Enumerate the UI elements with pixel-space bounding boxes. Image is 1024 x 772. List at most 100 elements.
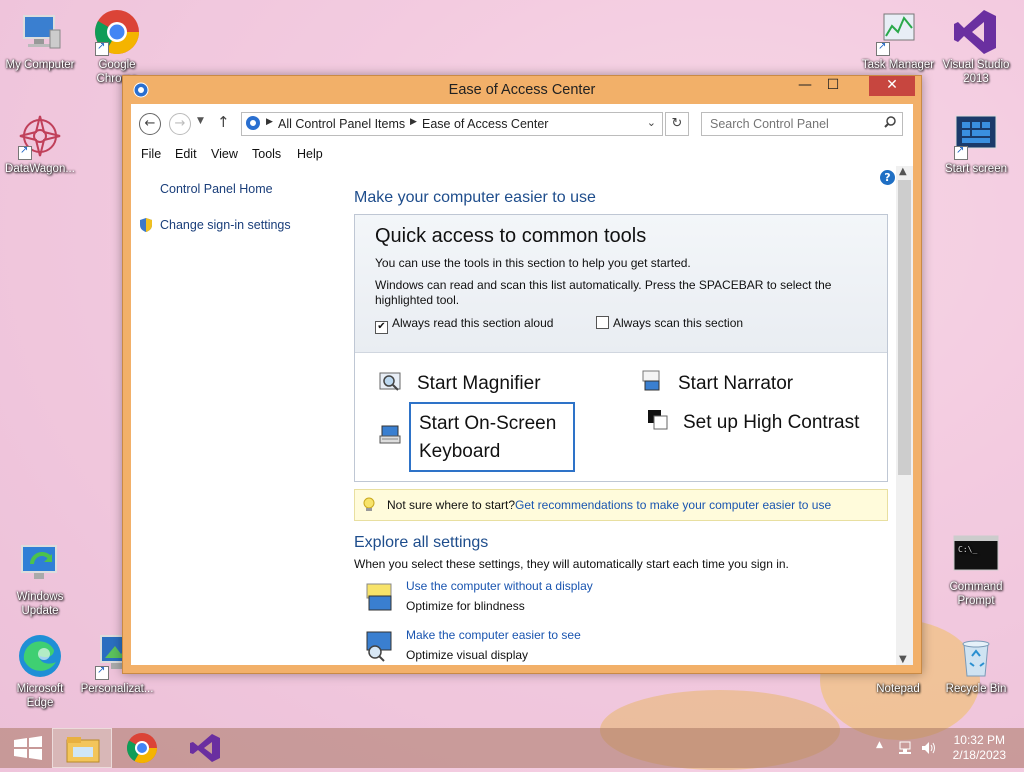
clock-time: 10:32 PM: [953, 733, 1005, 747]
explore-description: When you select these settings, they wil…: [354, 557, 789, 571]
scroll-up-arrow[interactable]: ▲: [899, 166, 907, 177]
help-icon[interactable]: ?: [880, 170, 895, 185]
get-recommendations-link[interactable]: Get recommendations to make your compute…: [515, 498, 831, 512]
shortcut-arrow-icon: [95, 664, 109, 680]
search-input[interactable]: [708, 116, 872, 132]
desktop-icon-visual-studio[interactable]: Visual Studio 2013: [936, 8, 1016, 86]
task-manager-icon: [874, 8, 922, 56]
window-client: ← → ▼ ↑ ▶ All Control Panel Items ▶ Ease…: [131, 104, 913, 665]
minimize-button[interactable]: —: [791, 76, 819, 96]
explore-heading: Explore all settings: [354, 534, 489, 551]
back-button[interactable]: ←: [139, 113, 161, 135]
control-panel-icon: [245, 115, 261, 134]
network-icon[interactable]: [898, 740, 914, 759]
close-button[interactable]: ✕: [869, 76, 915, 96]
address-bar[interactable]: ▶ All Control Panel Items ▶ Ease of Acce…: [241, 112, 663, 136]
show-hidden-icons-button[interactable]: ▲: [876, 740, 883, 750]
high-contrast-icon: [647, 409, 669, 431]
title-bar[interactable]: Ease of Access Center — ☐ ✕: [123, 76, 921, 104]
desktop-icon-datawagon[interactable]: DataWagon...: [0, 112, 80, 176]
menu-bar: File Edit View Tools Help: [131, 144, 913, 166]
maximize-button[interactable]: ☐: [819, 76, 847, 96]
shortcut-arrow-icon: [876, 40, 890, 56]
desktop-icon-label: Personalizat...: [80, 683, 154, 695]
menu-edit[interactable]: Edit: [175, 147, 197, 161]
shield-icon: [139, 217, 153, 236]
make-easier-to-see-link[interactable]: Make the computer easier to see: [406, 628, 581, 642]
edge-icon: [16, 632, 64, 680]
control-panel-home-link[interactable]: Control Panel Home: [160, 182, 273, 196]
change-sign-in-settings-link[interactable]: Change sign-in settings: [160, 218, 291, 232]
desktop-icon-start-screen[interactable]: Start screen: [936, 112, 1016, 176]
taskbar-visual-studio[interactable]: [174, 728, 234, 768]
computer-icon: [16, 8, 64, 56]
desktop-icon-label: Notepad: [876, 683, 920, 695]
windows-update-icon: [16, 540, 64, 588]
recommendation-tip: Not sure where to start? Get recommendat…: [354, 489, 888, 521]
chrome-icon: [93, 8, 141, 56]
start-magnifier-link[interactable]: Start Magnifier: [417, 373, 541, 395]
recycle-bin-icon: [952, 632, 1000, 680]
make-easier-to-see-desc: Optimize visual display: [406, 648, 529, 662]
desktop-icon-task-manager[interactable]: Task Manager: [858, 8, 938, 72]
set-up-high-contrast-link[interactable]: Set up High Contrast: [683, 412, 859, 434]
search-box[interactable]: [701, 112, 903, 136]
vertical-scrollbar[interactable]: ▲ ▼: [896, 166, 913, 665]
start-on-screen-keyboard-link[interactable]: Start On-Screen: [419, 413, 556, 435]
quick-access-panel: Quick access to common tools You can use…: [354, 214, 888, 482]
always-read-checkbox[interactable]: ✔ Always read this section aloud: [375, 316, 553, 334]
desktop-icon-command-prompt[interactable]: C:\_ Command Prompt: [936, 530, 1016, 608]
menu-file[interactable]: File: [141, 147, 161, 161]
command-prompt-icon: C:\_: [952, 530, 1000, 578]
desktop-icon-label: Windows Update: [16, 591, 64, 617]
breadcrumb-separator[interactable]: ▶: [410, 117, 417, 127]
breadcrumb-all-control-panel-items[interactable]: All Control Panel Items: [278, 117, 405, 131]
desktop-icon-label: Task Manager: [861, 59, 935, 71]
breadcrumb-ease-of-access-center[interactable]: Ease of Access Center: [422, 117, 548, 131]
page-heading: Make your computer easier to use: [354, 189, 596, 206]
desktop-icon-label: My Computer: [5, 59, 75, 71]
breadcrumb-separator[interactable]: ▶: [266, 117, 273, 127]
display-icon: [363, 582, 395, 617]
system-clock[interactable]: 10:32 PM 2/18/2023: [953, 733, 1006, 763]
desktop-icon-recycle-bin[interactable]: Recycle Bin: [936, 632, 1016, 696]
quick-access-instructions: Windows can read and scan this list auto…: [375, 278, 832, 292]
taskbar: ▲ 10:32 PM 2/18/2023: [0, 728, 1024, 768]
refresh-button[interactable]: ↻: [665, 112, 689, 136]
checkbox-checked-icon[interactable]: ✔: [375, 321, 388, 334]
desktop-icon-label: Recycle Bin: [945, 683, 1007, 695]
always-scan-label: Always scan this section: [613, 316, 744, 330]
menu-tools[interactable]: Tools: [252, 147, 281, 161]
quick-access-title: Quick access to common tools: [375, 225, 647, 247]
search-icon[interactable]: [884, 116, 896, 131]
start-button[interactable]: [0, 728, 60, 768]
content-area: Control Panel Home Change sign-in settin…: [131, 166, 913, 665]
narrator-icon: [640, 369, 662, 391]
desktop-icon-my-computer[interactable]: My Computer: [0, 8, 80, 72]
desktop-icon-label: Visual Studio 2013: [942, 59, 1010, 85]
use-without-display-desc: Optimize for blindness: [406, 599, 525, 613]
scroll-down-arrow[interactable]: ▼: [899, 654, 907, 665]
datawagon-icon: [16, 112, 64, 160]
menu-view[interactable]: View: [211, 147, 238, 161]
volume-icon[interactable]: [920, 740, 936, 759]
desktop-icon-windows-update[interactable]: Windows Update: [0, 540, 80, 618]
taskbar-file-explorer[interactable]: [52, 728, 112, 768]
svg-text:C:\_: C:\_: [958, 545, 977, 554]
start-narrator-link[interactable]: Start Narrator: [678, 373, 793, 395]
address-dropdown-icon[interactable]: ⌄: [647, 116, 656, 129]
scroll-thumb[interactable]: [898, 180, 911, 475]
start-on-screen-keyboard-link-cont[interactable]: Keyboard: [419, 441, 500, 463]
forward-button[interactable]: →: [169, 113, 191, 135]
desktop-icon-microsoft-edge[interactable]: Microsoft Edge: [0, 632, 80, 710]
recent-locations-dropdown[interactable]: ▼: [197, 116, 204, 126]
checkbox-unchecked-icon[interactable]: [596, 316, 609, 329]
menu-help[interactable]: Help: [297, 147, 323, 161]
desktop-icon-label: Start screen: [945, 163, 1007, 175]
always-read-label: Always read this section aloud: [392, 316, 554, 330]
always-scan-checkbox[interactable]: Always scan this section: [596, 316, 743, 330]
use-without-display-link[interactable]: Use the computer without a display: [406, 579, 593, 593]
shortcut-arrow-icon: [18, 144, 32, 160]
up-button[interactable]: ↑: [217, 113, 230, 131]
taskbar-chrome[interactable]: [112, 728, 172, 768]
